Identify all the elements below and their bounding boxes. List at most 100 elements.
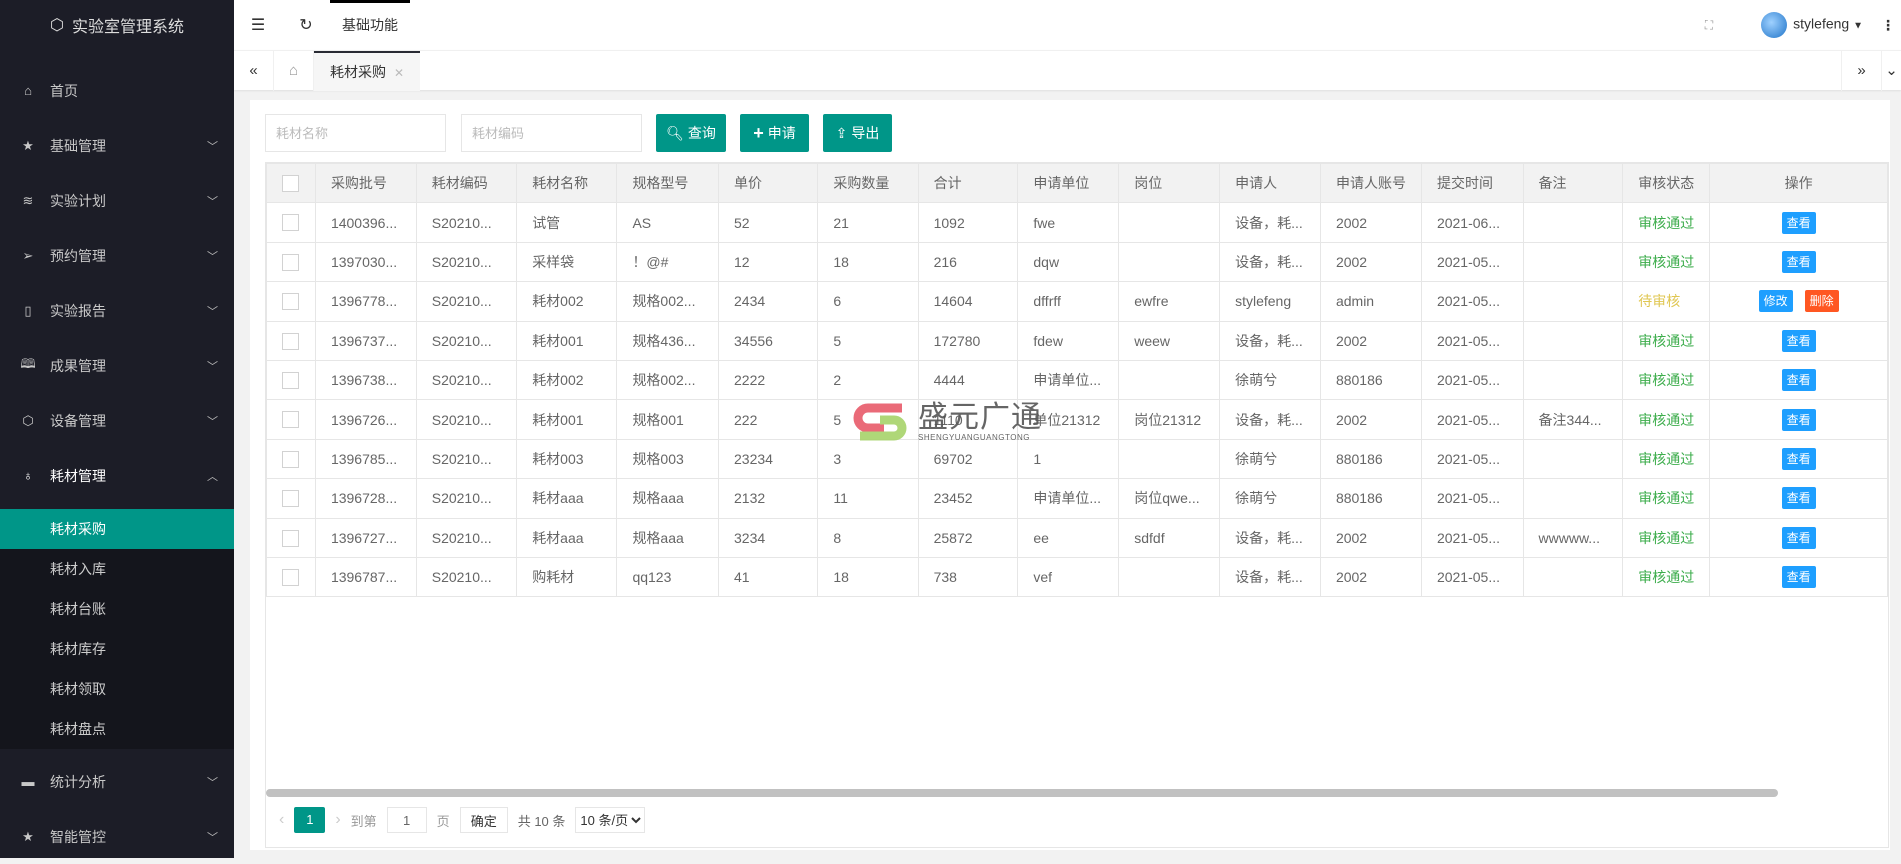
row-checkbox[interactable]: [282, 293, 299, 311]
table-cell: 规格002...: [616, 281, 720, 322]
sidebar-item-2[interactable]: ≋ 实验计划 ﹀: [0, 173, 234, 228]
row-checkbox[interactable]: [282, 569, 299, 586]
view-button[interactable]: 查看: [1781, 487, 1816, 510]
row-checkbox[interactable]: [282, 450, 299, 468]
next-page-icon[interactable]: ›: [335, 811, 340, 829]
table-cell: 2021-05...: [1420, 556, 1524, 598]
column-header: 审核状态: [1622, 163, 1711, 204]
top-menu-basic-functions[interactable]: 基础功能: [330, 0, 410, 50]
table-cell: 审核通过: [1622, 399, 1711, 440]
export-button[interactable]: ⇪ 导出: [823, 114, 892, 152]
table-cell: 14604: [917, 281, 1019, 322]
close-icon[interactable]: ✕: [394, 66, 404, 80]
row-checkbox[interactable]: [282, 214, 299, 232]
tabs-scroll-right-icon[interactable]: »: [1841, 51, 1881, 91]
table-cell: S20210...: [415, 241, 518, 283]
page-1-button[interactable]: 1: [294, 807, 326, 833]
table-cell: 设备，耗...: [1219, 517, 1321, 558]
table-cell: [1522, 320, 1624, 361]
table-cell: S20210...: [415, 320, 518, 361]
table-cell: 172780: [917, 320, 1019, 361]
view-button[interactable]: 查看: [1781, 211, 1816, 234]
top-header: ☰ ↻ 基础功能 ⛶ stylefeng ▼ ⋮: [234, 0, 1901, 50]
sidebar-item-label: 实验计划: [50, 192, 106, 209]
apply-button[interactable]: + 申请: [740, 114, 809, 152]
table-cell: 880186: [1319, 438, 1422, 480]
sidebar-subitem-5[interactable]: 耗材盘点: [0, 709, 234, 749]
user-menu[interactable]: stylefeng ▼: [1761, 12, 1863, 38]
table-cell: admin: [1319, 281, 1422, 322]
page-size-select[interactable]: 10 条/页: [575, 807, 646, 833]
sidebar-item-6[interactable]: ⬡ 设备管理 ﹀: [0, 393, 234, 448]
table-cell: 1396728...: [314, 478, 417, 519]
table-cell: 耗材aaa: [516, 478, 618, 519]
view-button[interactable]: 查看: [1781, 329, 1816, 352]
sidebar-item-label: 智能管控: [50, 828, 106, 845]
delete-button[interactable]: 删除: [1804, 290, 1839, 313]
view-button[interactable]: 查看: [1781, 566, 1816, 589]
collapse-sidebar-icon[interactable]: ☰: [234, 15, 282, 35]
row-checkbox[interactable]: [282, 253, 299, 271]
row-checkbox[interactable]: [282, 332, 299, 350]
operations-cell: 查看: [1709, 241, 1888, 283]
view-button[interactable]: 查看: [1781, 447, 1816, 470]
table-cell: 69702: [917, 438, 1019, 480]
table-cell: 审核通过: [1622, 517, 1711, 558]
sidebar-subitem-1[interactable]: 耗材入库: [0, 549, 234, 589]
consumable-name-input[interactable]: [265, 114, 446, 152]
table-cell: 设备，耗...: [1219, 202, 1321, 243]
goto-confirm-button[interactable]: 确定: [459, 807, 508, 833]
goto-page-input[interactable]: [386, 807, 427, 833]
star-icon: ★: [22, 828, 34, 844]
refresh-icon[interactable]: ↻: [282, 15, 330, 35]
column-header: 操作: [1709, 163, 1888, 204]
sidebar-item-5[interactable]: 🕮︎ 成果管理 ﹀: [0, 338, 234, 393]
table-cell: 4444: [917, 359, 1019, 401]
sidebar-item-3[interactable]: ➢ 预约管理 ﹀: [0, 228, 234, 283]
cube-icon: ⬡: [50, 17, 64, 34]
table-cell: [1522, 202, 1624, 243]
sidebar-subitem-3[interactable]: 耗材库存: [0, 629, 234, 669]
row-checkbox[interactable]: [282, 490, 299, 508]
more-icon[interactable]: ⋮: [1881, 17, 1895, 34]
table-cell: 18: [817, 241, 919, 283]
table-cell: [1118, 359, 1221, 401]
sidebar-bottom-item-1[interactable]: ★ 智能管控 ﹀: [0, 809, 234, 864]
prev-page-icon[interactable]: ‹: [279, 811, 284, 829]
view-button[interactable]: 查看: [1781, 408, 1816, 431]
sidebar-subitem-0[interactable]: 耗材采购: [0, 509, 234, 549]
tabs-menu-chevron-down-icon[interactable]: ⌄: [1881, 51, 1901, 91]
select-all-checkbox[interactable]: [282, 175, 299, 193]
consumable-code-input[interactable]: [461, 114, 642, 152]
horizontal-scrollbar[interactable]: [266, 789, 1778, 797]
view-button[interactable]: 查看: [1781, 250, 1816, 273]
query-button[interactable]: 🔍︎ 查询: [656, 114, 726, 152]
view-button[interactable]: 查看: [1781, 369, 1816, 392]
table-cell: 2021-06...: [1420, 202, 1524, 243]
table-cell: [1522, 241, 1624, 283]
edit-button[interactable]: 修改: [1758, 290, 1793, 313]
table-cell: 1396785...: [314, 438, 417, 480]
sidebar-subitem-2[interactable]: 耗材台账: [0, 589, 234, 629]
table-cell: 耗材003: [516, 438, 618, 480]
sidebar-bottom-item-0[interactable]: ▬ 统计分析 ﹀: [0, 754, 234, 809]
sidebar-item-4[interactable]: ▯ 实验报告 ﹀: [0, 283, 234, 338]
fullscreen-icon[interactable]: ⛶: [1705, 18, 1713, 33]
table-cell: 2002: [1319, 241, 1422, 283]
tabs-scroll-left-icon[interactable]: «: [234, 51, 274, 91]
view-button[interactable]: 查看: [1781, 526, 1816, 549]
tab-consumable-purchase[interactable]: 耗材采购 ✕: [314, 51, 421, 91]
sidebar-item-label: 基础管理: [50, 137, 106, 154]
home-tab-icon[interactable]: ⌂: [274, 51, 314, 91]
sidebar-item-7[interactable]: ♁ 耗材管理 ︿: [0, 448, 234, 503]
operations-cell: 查看: [1709, 478, 1888, 519]
table-cell: 3: [817, 438, 919, 480]
table-cell: 880186: [1319, 359, 1422, 401]
row-checkbox[interactable]: [282, 529, 299, 547]
row-checkbox[interactable]: [282, 411, 299, 429]
row-checkbox[interactable]: [282, 372, 299, 390]
content-card: 🔍︎查询 +申请 ⇪导出 采购批号耗材编码耗材名称规格型号单价采购数量合计申请单…: [250, 100, 1890, 850]
sidebar-item-0[interactable]: ⌂ 首页: [0, 63, 234, 118]
sidebar-item-1[interactable]: ★ 基础管理 ﹀: [0, 118, 234, 173]
sidebar-subitem-4[interactable]: 耗材领取: [0, 669, 234, 709]
